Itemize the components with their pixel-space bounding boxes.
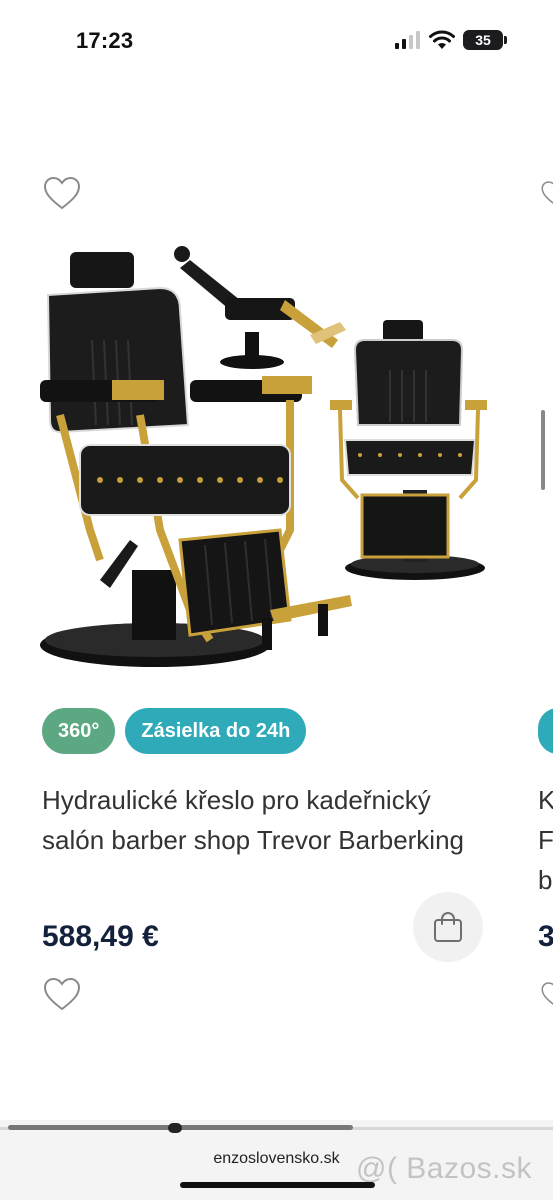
- badge-shipping[interactable]: Zásielka do 24h: [125, 708, 307, 754]
- status-time: 17:23: [76, 28, 134, 53]
- add-to-cart-button[interactable]: [413, 892, 483, 962]
- next-title-line[interactable]: F: [538, 820, 553, 860]
- battery-icon: 35: [463, 30, 507, 50]
- status-icons: 35: [395, 30, 507, 50]
- next-badge[interactable]: [538, 708, 553, 754]
- product-price: 588,49 €: [42, 920, 159, 953]
- scroll-knob[interactable]: [168, 1123, 182, 1133]
- next-title-line[interactable]: K: [538, 780, 553, 820]
- wifi-icon: [429, 30, 455, 49]
- heart-icon[interactable]: [540, 975, 553, 1015]
- watermark: @( Bazos.sk: [356, 1152, 532, 1185]
- heart-icon[interactable]: [540, 174, 553, 214]
- product-title[interactable]: Hydraulické křeslo pro kadeřnický salón …: [42, 780, 497, 860]
- next-title-line[interactable]: b: [538, 860, 552, 900]
- product-list[interactable]: 360° Zásielka do 24h Hydraulické křeslo …: [0, 80, 553, 1130]
- shopping-bag-icon: [434, 912, 462, 942]
- status-bar: 17:23 35: [0, 0, 553, 80]
- heart-icon[interactable]: [42, 174, 82, 214]
- vertical-scrollbar[interactable]: [541, 410, 545, 490]
- badge-360[interactable]: 360°: [42, 708, 116, 754]
- next-product-price: 3: [538, 920, 553, 953]
- heart-icon[interactable]: [42, 975, 82, 1015]
- badge-group: 360° Zásielka do 24h: [42, 708, 307, 754]
- signal-icon: [395, 31, 420, 49]
- home-indicator[interactable]: [180, 1182, 375, 1188]
- product-image[interactable]: [40, 240, 500, 670]
